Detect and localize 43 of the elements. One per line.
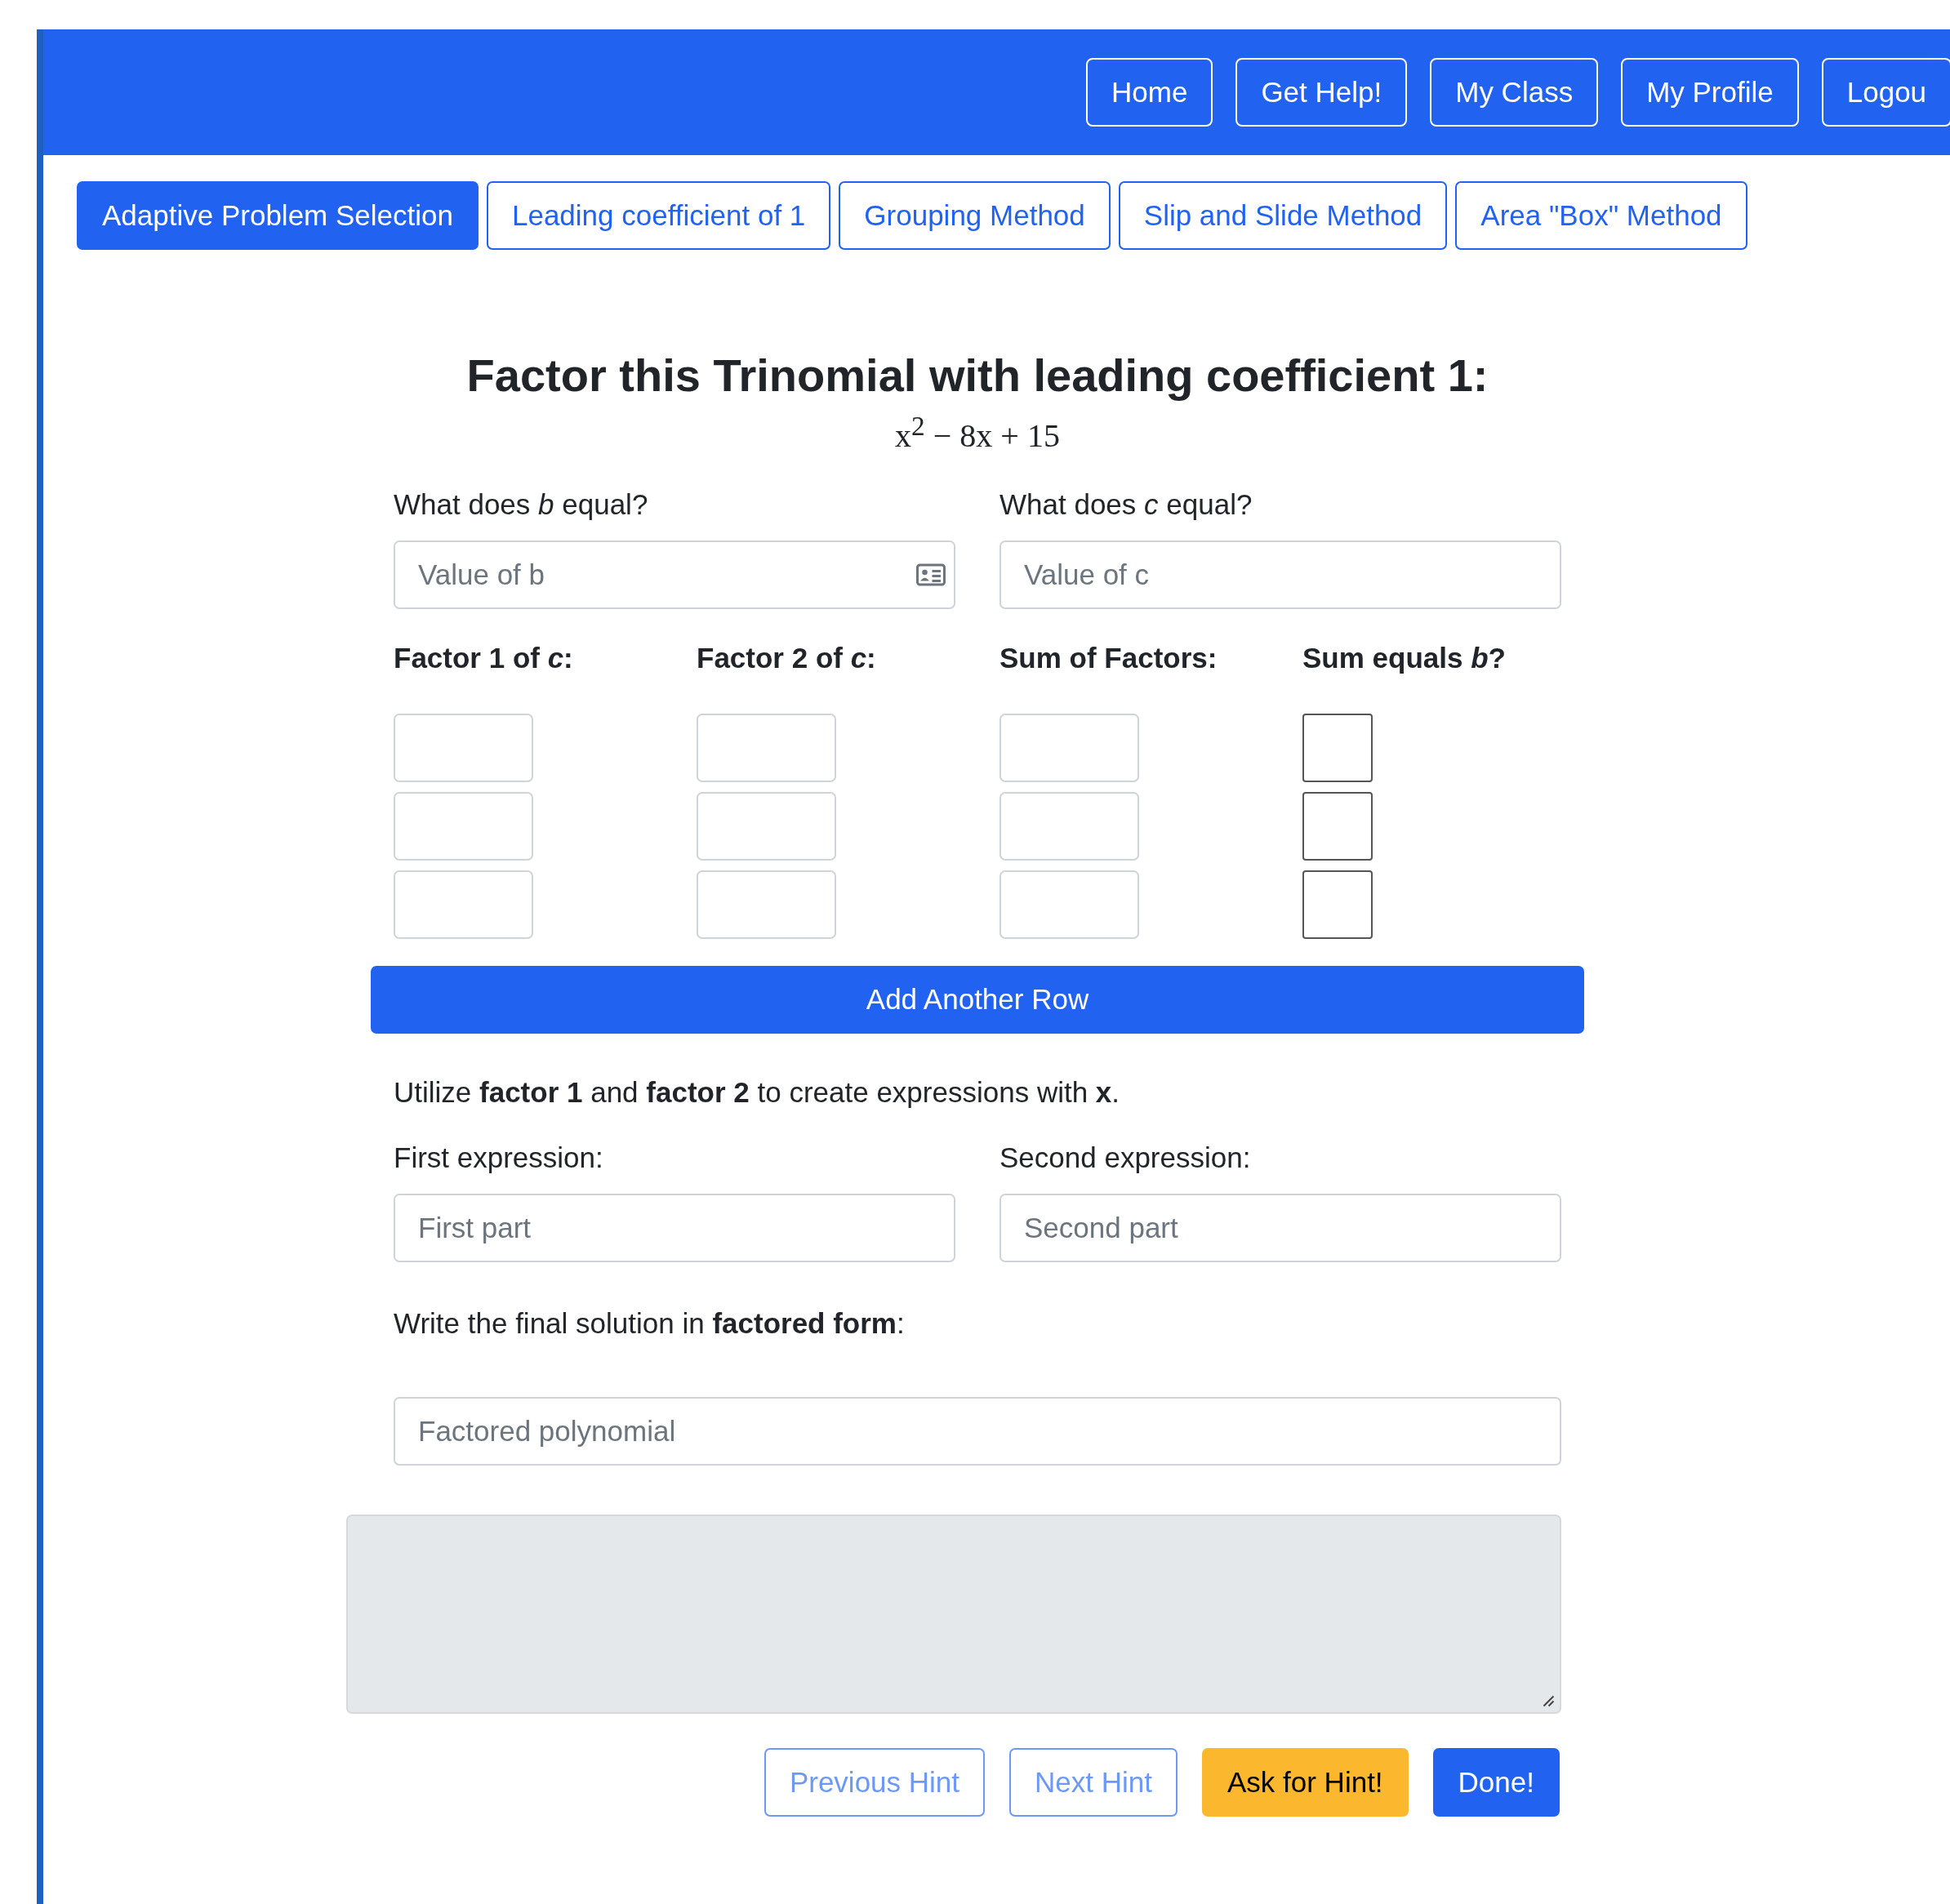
input-field[interactable]: [394, 870, 533, 939]
nav-button[interactable]: My Profile: [1621, 58, 1799, 127]
add-row-button[interactable]: Add Another Row: [371, 965, 1584, 1034]
input-field[interactable]: [697, 791, 836, 861]
input-field[interactable]: [697, 870, 836, 939]
input-field[interactable]: [999, 791, 1139, 861]
tab[interactable]: Area "Box" Method: [1455, 181, 1747, 250]
nav-button[interactable]: Logou: [1821, 58, 1950, 127]
field-label: First expression:: [394, 1141, 603, 1174]
checkbox[interactable]: [1302, 870, 1373, 939]
math-expression: x$^{2}$ − 8x + 15: [894, 411, 1061, 456]
column-heading: Factor 2 of c:: [697, 641, 877, 674]
input-field[interactable]: [999, 713, 1139, 782]
field-label: What does c equal?: [999, 487, 1253, 521]
hint-button[interactable]: Done!: [1432, 1747, 1560, 1817]
nav-button[interactable]: Get Help!: [1235, 58, 1408, 127]
tab[interactable]: Leading coefficient of 1: [486, 181, 831, 250]
input-field[interactable]: [394, 713, 533, 782]
instruction-text: Utilize factor 1 and factor 2 to create expressions with x.: [394, 1075, 1121, 1109]
problem-title: Factor this Trinomial with leading coefficient 1:: [465, 349, 1489, 403]
input-field[interactable]: [697, 713, 836, 782]
nav-button[interactable]: My Class: [1430, 58, 1599, 127]
field-label: Write the final solution in factored form:: [394, 1306, 906, 1340]
checkbox[interactable]: [1302, 791, 1373, 861]
input-field[interactable]: First part: [394, 1193, 955, 1262]
input-field[interactable]: [394, 791, 533, 861]
tab[interactable]: Grouping Method: [839, 181, 1111, 250]
field-label: What does b equal?: [394, 487, 648, 521]
input-field[interactable]: Value of c: [999, 540, 1561, 609]
nav-button[interactable]: Home: [1086, 58, 1213, 127]
input-field[interactable]: Factored polynomial: [394, 1396, 1561, 1466]
column-heading: Sum of Factors:: [999, 641, 1218, 674]
tab[interactable]: Adaptive Problem Selection: [77, 181, 479, 250]
contact-card-icon[interactable]: [916, 563, 946, 586]
input-field[interactable]: [999, 870, 1139, 939]
column-heading: Factor 1 of c:: [394, 641, 574, 674]
tab[interactable]: Slip and Slide Method: [1118, 181, 1448, 250]
column-heading: Sum equals b?: [1302, 641, 1507, 674]
checkbox[interactable]: [1302, 713, 1373, 782]
hint-button[interactable]: Ask for Hint!: [1202, 1747, 1409, 1817]
input-field[interactable]: Second part: [999, 1193, 1561, 1262]
field-label: Second expression:: [999, 1141, 1251, 1174]
input-field[interactable]: Value of b: [394, 540, 955, 609]
